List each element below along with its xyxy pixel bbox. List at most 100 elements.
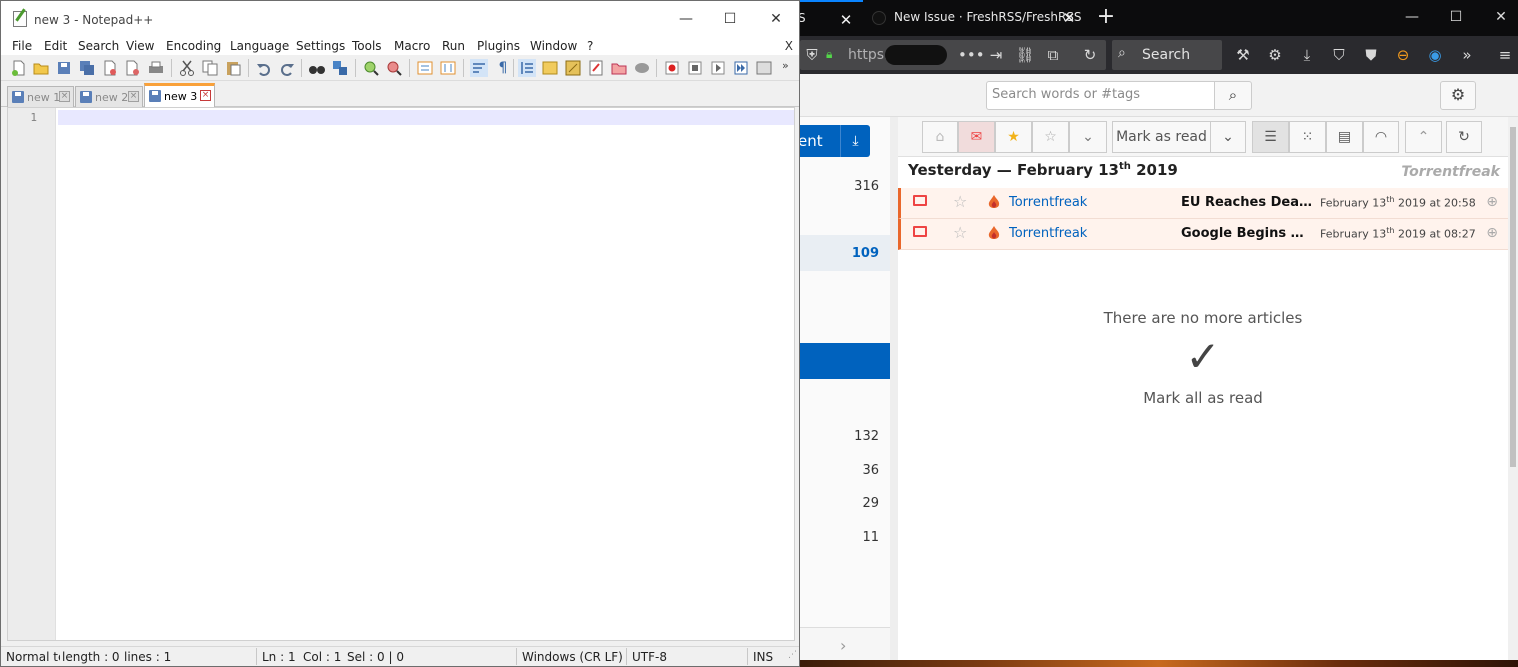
gear-icon[interactable]: ⚙ (1265, 45, 1285, 65)
article-row[interactable]: ☆ Torrentfreak EU Reaches Deal o... Febr… (898, 188, 1508, 219)
close-tab-icon[interactable]: × (59, 91, 70, 102)
chevron-down-icon[interactable]: ⌄ (1210, 121, 1246, 153)
search-icon[interactable]: ⌕ (1214, 81, 1252, 110)
article-title[interactable]: Google Begins Rem... (1181, 226, 1313, 241)
record-macro-icon[interactable] (663, 59, 681, 77)
rss-feed-icon[interactable]: ◠ (1363, 121, 1399, 153)
menu-encoding[interactable]: Encoding (166, 39, 221, 53)
reload-icon[interactable]: ↻ (1080, 45, 1100, 65)
open-file-icon[interactable] (32, 59, 50, 77)
extension-blue-icon[interactable]: ◉ (1425, 45, 1445, 65)
article-source[interactable]: Torrentfreak (1009, 195, 1087, 210)
shield-icon[interactable]: ⛉ (1329, 45, 1349, 65)
notepadpp-app-icon[interactable] (13, 11, 27, 27)
download-icon[interactable]: ⤓ (1297, 45, 1317, 65)
close-tab-icon[interactable]: ✕ (837, 11, 855, 29)
menu-file[interactable]: File (12, 39, 32, 53)
close-file-icon[interactable] (101, 59, 119, 77)
zoom-out-icon[interactable] (385, 59, 403, 77)
ublock-icon[interactable]: ⛊ (1361, 45, 1381, 65)
sidebar-scrollbar[interactable] (890, 117, 898, 667)
checkmark-icon[interactable]: ✓ (898, 332, 1508, 381)
star-outline-icon[interactable]: ☆ (953, 223, 967, 242)
chevron-up-icon[interactable]: ⌃ (1405, 121, 1442, 153)
screenshot-icon[interactable]: ⧉ (1043, 45, 1063, 65)
undo-icon[interactable] (255, 59, 273, 77)
unread-mail-icon[interactable] (913, 195, 927, 206)
close-tab-icon[interactable]: ✕ (1060, 9, 1078, 27)
page-actions-icon[interactable]: ••• (958, 45, 985, 65)
stop-recording-icon[interactable] (686, 59, 704, 77)
article-row[interactable]: ☆ Torrentfreak Google Begins Rem... Febr… (898, 219, 1508, 250)
chevron-down-icon[interactable]: ⌄ (1069, 121, 1107, 153)
menu-edit[interactable]: Edit (44, 39, 67, 53)
scrollbar-thumb[interactable] (1510, 127, 1516, 467)
menu-view[interactable]: View (126, 39, 154, 53)
external-link-icon[interactable]: ⊕ (1486, 194, 1498, 210)
menu-window[interactable]: Window (530, 39, 577, 53)
resize-grip-icon[interactable]: ⋰ (788, 650, 797, 660)
browser-tab-github-issue[interactable]: New Issue · FreshRSS/FreshRSS ✕ (864, 0, 1086, 36)
new-tab-button[interactable]: + (1094, 4, 1118, 32)
run-macro-multiple-icon[interactable] (732, 59, 750, 77)
menu-language[interactable]: Language (230, 39, 289, 53)
redo-icon[interactable] (278, 59, 296, 77)
star-outline-icon[interactable]: ☆ (1032, 121, 1069, 153)
word-wrap-icon[interactable] (470, 59, 488, 77)
new-file-icon[interactable] (10, 59, 28, 77)
wrench-icon[interactable]: ⚒ (1233, 45, 1253, 65)
home-icon[interactable]: ⌂ (922, 121, 958, 153)
save-all-icon[interactable] (78, 59, 96, 77)
minimize-button[interactable]: — (1397, 6, 1427, 28)
notepadpp-title-bar[interactable]: new 3 - Notepad++ — ☐ ✕ (1, 1, 799, 37)
download-icon[interactable]: ⤓ (840, 125, 870, 157)
menu-settings[interactable]: Settings (296, 39, 345, 53)
replace-icon[interactable] (331, 59, 349, 77)
close-tab-icon[interactable]: × (200, 90, 211, 101)
menu-plugins[interactable]: Plugins (477, 39, 520, 53)
normal-view-icon[interactable]: ☰ (1252, 121, 1289, 153)
tab-new-1[interactable]: new 1 × (7, 86, 74, 107)
save-macro-icon[interactable] (755, 59, 773, 77)
copy-icon[interactable] (201, 59, 219, 77)
maximize-button[interactable]: ☐ (1441, 6, 1471, 28)
menu-search[interactable]: Search (78, 39, 119, 53)
paste-icon[interactable] (224, 59, 242, 77)
current-line-highlight[interactable] (58, 110, 794, 125)
favorite-star-icon[interactable]: ★ (995, 121, 1032, 153)
minimize-button[interactable]: — (671, 9, 701, 29)
menu-macro[interactable]: Macro (394, 39, 430, 53)
indent-guide-icon[interactable] (518, 59, 536, 77)
sync-vertical-icon[interactable] (416, 59, 434, 77)
monitoring-icon[interactable] (633, 59, 651, 77)
function-list-icon[interactable] (587, 59, 605, 77)
save-icon[interactable] (55, 59, 73, 77)
tab-new-2[interactable]: new 2 × (75, 86, 143, 107)
zoom-in-icon[interactable] (362, 59, 380, 77)
article-source[interactable]: Torrentfreak (1009, 226, 1087, 241)
star-outline-icon[interactable]: ☆ (953, 192, 967, 211)
mark-all-as-read-link[interactable]: Mark all as read (898, 389, 1508, 407)
reader-view-icon[interactable]: ⇥ (986, 45, 1006, 65)
link-icon[interactable]: ⛓ (1015, 45, 1035, 65)
refresh-icon[interactable]: ↻ (1446, 121, 1482, 153)
subscription-management-button[interactable]: ent ⤓ (798, 125, 870, 157)
close-document-button[interactable]: X (785, 39, 793, 53)
article-title[interactable]: EU Reaches Deal o... (1181, 195, 1313, 210)
overflow-chevron-icon[interactable]: » (1457, 45, 1477, 65)
user-language-icon[interactable] (541, 59, 559, 77)
unread-filter-mail-icon[interactable]: ✉ (958, 121, 995, 153)
mark-as-read-button[interactable]: Mark as read (1112, 121, 1211, 153)
find-binoculars-icon[interactable] (308, 59, 326, 77)
show-all-characters-icon[interactable]: ¶ (494, 59, 512, 77)
hamburger-menu-icon[interactable]: ≡ (1495, 45, 1515, 65)
tracking-protection-icon[interactable]: ⛨ (802, 45, 822, 65)
page-scrollbar[interactable] (1508, 117, 1518, 667)
close-window-button[interactable]: ✕ (1486, 6, 1516, 28)
chevron-right-icon[interactable]: › (840, 636, 846, 655)
sidebar-item-active-category[interactable] (798, 343, 890, 379)
menu-tools[interactable]: Tools (352, 39, 382, 53)
text-editor[interactable]: 1 (7, 107, 795, 641)
external-link-icon[interactable]: ⊕ (1486, 225, 1498, 241)
grid-view-icon[interactable]: ⁙ (1289, 121, 1326, 153)
